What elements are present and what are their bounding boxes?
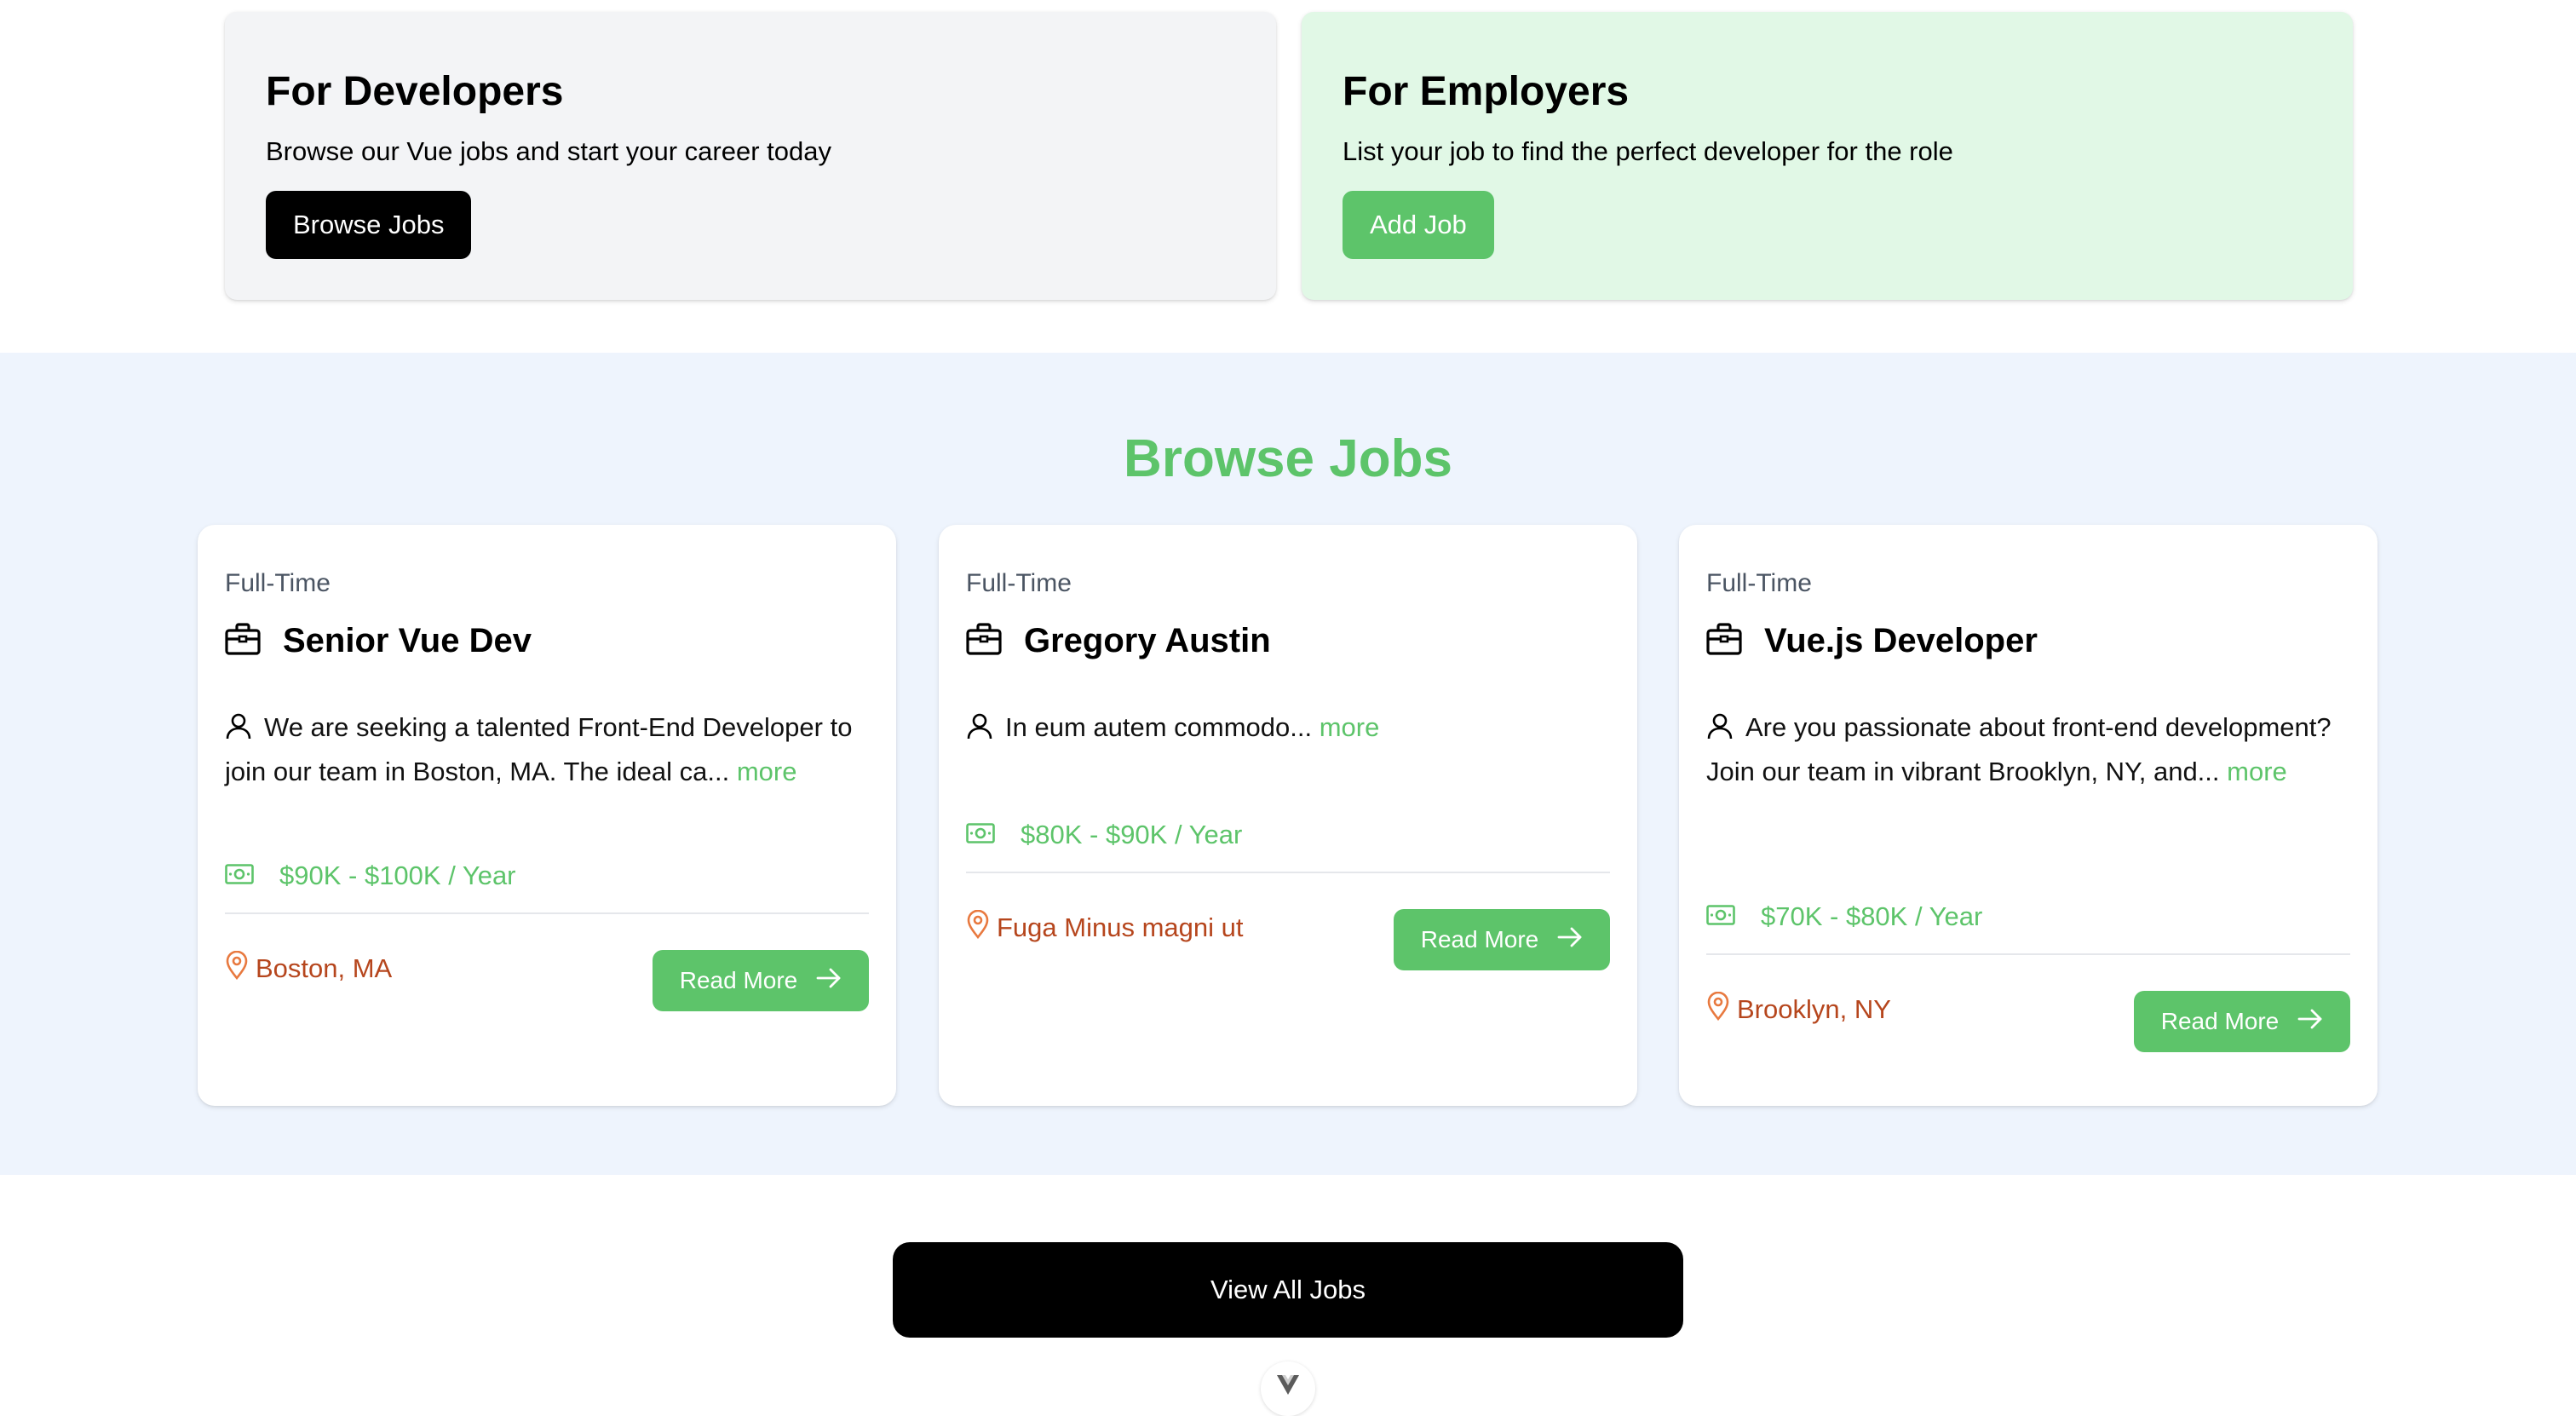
salary-row: $70K - $80K / Year xyxy=(1706,901,1982,932)
more-link[interactable]: more xyxy=(737,757,797,786)
job-title: Gregory Austin xyxy=(1024,622,1271,659)
developers-card-text: Browse our Vue jobs and start your caree… xyxy=(266,136,831,166)
job-type: Full-Time xyxy=(1706,569,1812,597)
money-icon xyxy=(966,820,995,850)
developers-card-title: For Developers xyxy=(266,69,564,114)
arrow-right-icon xyxy=(2297,1008,2323,1036)
employers-card-text: List your job to find the perfect develo… xyxy=(1343,136,1953,166)
job-card: Full-Time Gregory Austin In eum autem co… xyxy=(939,525,1637,1106)
add-job-button[interactable]: Add Job xyxy=(1343,191,1494,259)
browse-jobs-heading: Browse Jobs xyxy=(1124,429,1452,488)
job-description: We are seeking a talented Front-End Deve… xyxy=(225,707,869,792)
job-title-row: Senior Vue Dev xyxy=(225,620,532,661)
card-divider xyxy=(966,872,1610,873)
browse-jobs-button[interactable]: Browse Jobs xyxy=(266,191,472,259)
location-row: Fuga Minus magni ut xyxy=(966,909,1244,946)
location-text: Brooklyn, NY xyxy=(1737,994,1891,1024)
arrow-right-icon xyxy=(816,967,842,995)
card-divider xyxy=(1706,953,2350,955)
job-title: Vue.js Developer xyxy=(1764,622,2038,659)
view-all-jobs-button[interactable]: View All Jobs xyxy=(893,1242,1683,1338)
read-more-label: Read More xyxy=(679,967,798,993)
more-link[interactable]: more xyxy=(2227,757,2287,786)
browse-jobs-section: Browse Jobs Full-Time Senior Vue Dev We … xyxy=(0,353,2576,1175)
job-description: In eum autem commodo... more xyxy=(966,707,1610,751)
briefcase-icon xyxy=(1706,622,1742,659)
employers-card: For Employers List your job to find the … xyxy=(1302,12,2353,300)
map-pin-icon xyxy=(1706,991,1730,1027)
job-description-text: In eum autem commodo... xyxy=(1005,712,1313,742)
job-card: Full-Time Vue.js Developer Are you passi… xyxy=(1679,525,2378,1106)
job-card: Full-Time Senior Vue Dev We are seeking … xyxy=(198,525,896,1106)
salary-row: $90K - $100K / Year xyxy=(225,861,516,891)
salary-text: $70K - $80K / Year xyxy=(1761,901,1983,931)
job-type: Full-Time xyxy=(966,569,1072,597)
money-icon xyxy=(1706,901,1735,932)
read-more-label: Read More xyxy=(2160,1008,2280,1034)
job-title-row: Vue.js Developer xyxy=(1706,620,2038,661)
arrow-right-icon xyxy=(1557,926,1583,954)
job-description: Are you passionate about front-end devel… xyxy=(1706,707,2350,792)
money-icon xyxy=(225,861,254,891)
read-more-button[interactable]: Read More xyxy=(2134,991,2350,1052)
job-title: Senior Vue Dev xyxy=(283,622,532,659)
person-icon xyxy=(225,711,252,751)
read-more-label: Read More xyxy=(1420,926,1539,953)
map-pin-icon xyxy=(225,950,249,987)
card-divider xyxy=(225,912,869,914)
location-row: Brooklyn, NY xyxy=(1706,991,1891,1027)
map-pin-icon xyxy=(966,909,990,946)
job-title-row: Gregory Austin xyxy=(966,620,1271,661)
location-row: Boston, MA xyxy=(225,950,393,987)
promo-section: For Developers Browse our Vue jobs and s… xyxy=(0,0,2576,353)
briefcase-icon xyxy=(966,622,1002,659)
vue-logo-icon[interactable] xyxy=(1261,1361,1315,1416)
more-link[interactable]: more xyxy=(1320,712,1380,742)
location-text: Boston, MA xyxy=(256,953,393,983)
salary-row: $80K - $90K / Year xyxy=(966,820,1242,850)
employers-card-title: For Employers xyxy=(1343,69,1630,114)
job-type: Full-Time xyxy=(225,569,331,597)
briefcase-icon xyxy=(225,622,261,659)
location-text: Fuga Minus magni ut xyxy=(997,912,1244,942)
read-more-button[interactable]: Read More xyxy=(1394,909,1610,970)
developers-card: For Developers Browse our Vue jobs and s… xyxy=(225,12,1276,300)
read-more-button[interactable]: Read More xyxy=(653,950,869,1011)
salary-text: $80K - $90K / Year xyxy=(1021,820,1243,849)
person-icon xyxy=(966,711,993,751)
person-icon xyxy=(1706,711,1734,751)
salary-text: $90K - $100K / Year xyxy=(279,861,516,890)
